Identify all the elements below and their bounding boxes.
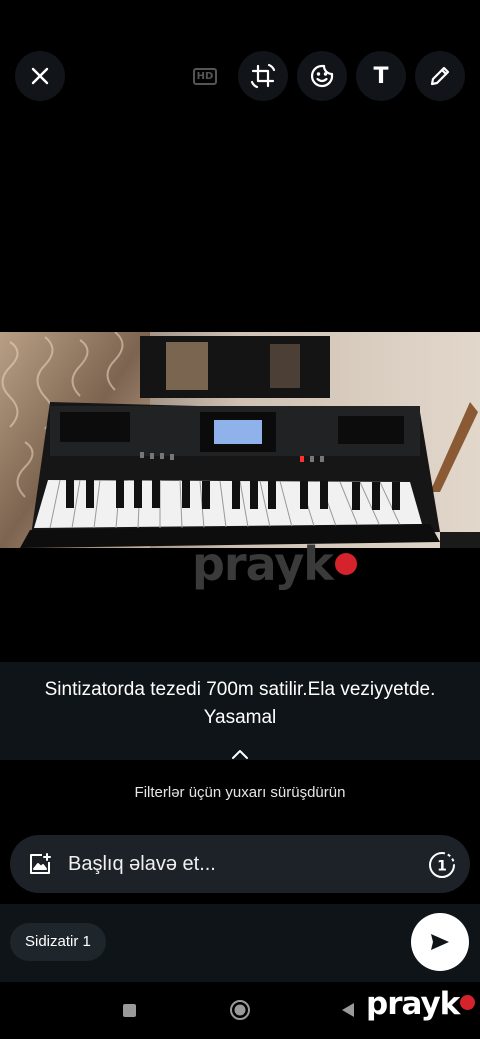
nav-back-icon[interactable] bbox=[341, 1002, 355, 1018]
view-once-label: 1 bbox=[437, 859, 447, 875]
text-tool-button[interactable]: T bbox=[356, 51, 406, 101]
caption-line: Sintizatorda tezedi 700m satilir.Ela vez… bbox=[44, 679, 436, 728]
chevron-up-icon[interactable] bbox=[230, 748, 250, 760]
send-footer: Sidizatir 1 bbox=[0, 904, 480, 982]
sticker-icon bbox=[310, 64, 334, 88]
view-once-button[interactable]: 1 bbox=[428, 851, 456, 884]
caption-input[interactable] bbox=[68, 851, 398, 877]
close-icon bbox=[31, 67, 49, 85]
close-button[interactable] bbox=[15, 51, 65, 101]
caption-text: Sintizatorda tezedi 700m satilir.Ela vez… bbox=[40, 676, 440, 732]
hd-quality-button[interactable]: HD bbox=[180, 51, 230, 101]
crop-rotate-icon bbox=[250, 63, 276, 89]
hd-icon: HD bbox=[192, 67, 218, 85]
send-button[interactable] bbox=[411, 913, 469, 971]
caption-input-bar: 1 bbox=[10, 835, 470, 893]
add-media-icon[interactable] bbox=[28, 852, 52, 876]
watermark-logo-bottom: prayk bbox=[366, 986, 476, 1022]
keyboard-photo bbox=[0, 332, 480, 548]
text-icon: T bbox=[373, 63, 389, 89]
filter-hint: Filterlər üçün yuxarı sürüşdürün bbox=[134, 784, 346, 801]
view-once-icon: 1 bbox=[429, 852, 455, 878]
sticker-button[interactable] bbox=[297, 51, 347, 101]
attached-photo[interactable] bbox=[0, 332, 480, 548]
pencil-icon bbox=[430, 66, 450, 86]
crop-rotate-button[interactable] bbox=[238, 51, 288, 101]
draw-button[interactable] bbox=[415, 51, 465, 101]
send-icon bbox=[431, 934, 449, 950]
watermark-logo: prayk bbox=[192, 537, 357, 591]
nav-recents-icon[interactable] bbox=[123, 1004, 136, 1017]
recipient-chip[interactable]: Sidizatir 1 bbox=[10, 923, 106, 961]
caption-area: Sintizatorda tezedi 700m satilir.Ela vez… bbox=[0, 662, 480, 760]
nav-home-icon[interactable] bbox=[229, 999, 251, 1021]
editor-toolbar: HD T bbox=[0, 0, 480, 150]
